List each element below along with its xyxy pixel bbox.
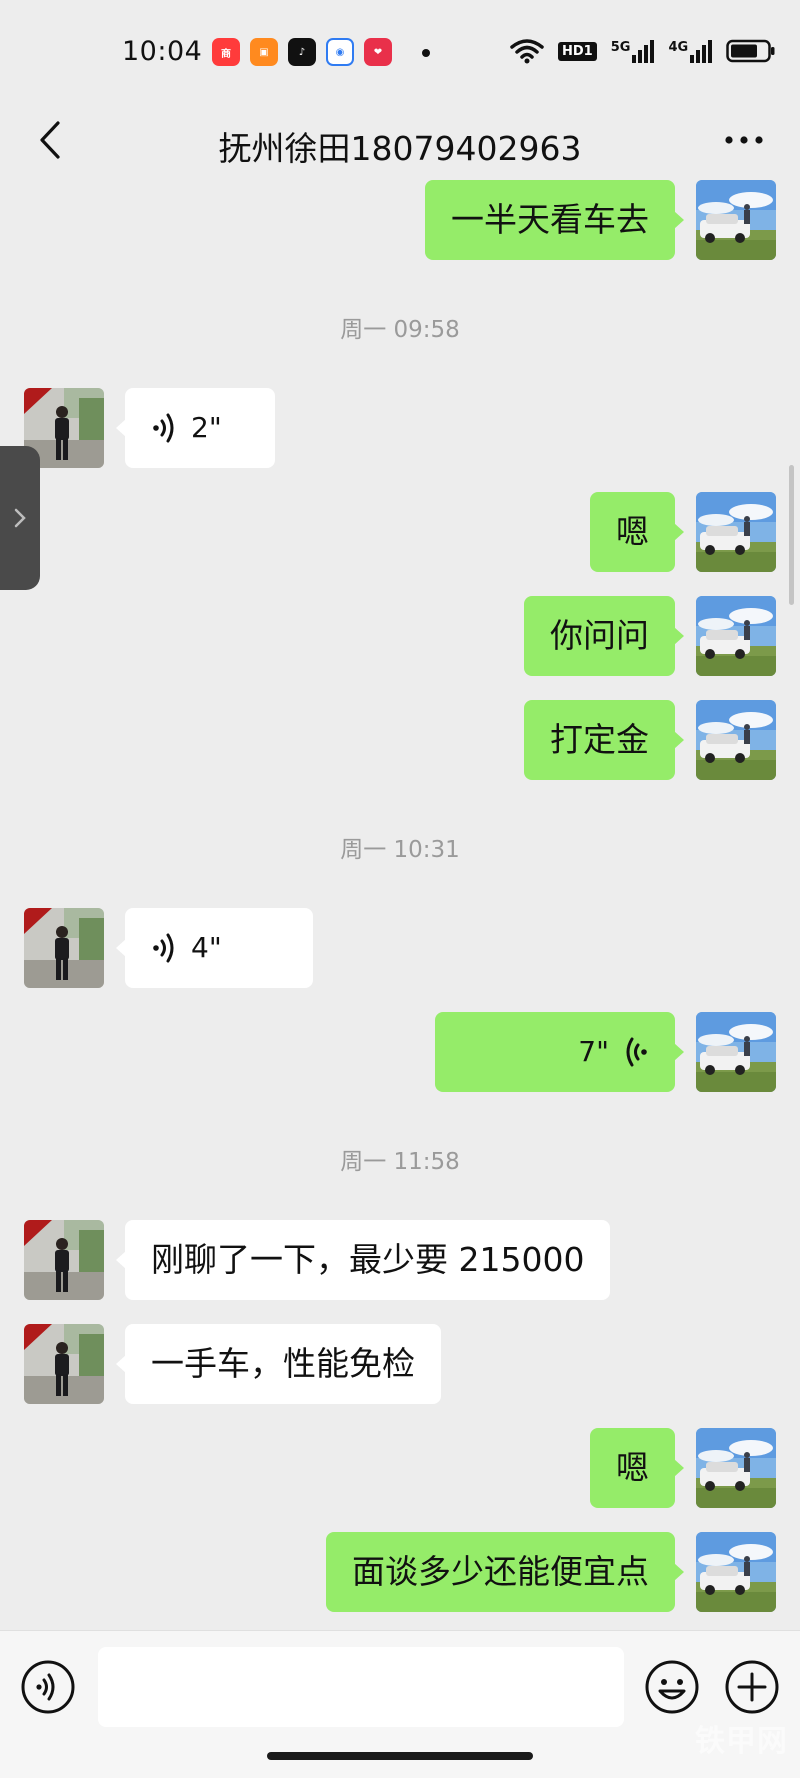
scrollbar[interactable] (789, 465, 794, 605)
hd-badge: HD1 (558, 41, 597, 61)
voice-message-bubble[interactable]: 4" (116, 908, 313, 988)
wifi-icon (510, 39, 544, 64)
my-avatar[interactable] (696, 492, 776, 572)
voice-wave-icon (153, 933, 174, 963)
message-list[interactable]: 一半天看车去 周一 09:58 2" 嗯你问问 打定金 周一 10:31 4" 7" 周一 11… (0, 180, 800, 1630)
text-message-bubble[interactable]: 嗯 (590, 1428, 684, 1508)
sent-message-row: 打定金 (0, 700, 800, 780)
battery-icon (726, 39, 775, 63)
sent-message-row: 嗯 (0, 492, 800, 572)
text-message-bubble[interactable]: 面谈多少还能便宜点 (326, 1532, 684, 1612)
side-drawer-tab[interactable] (0, 446, 40, 590)
text-message-bubble[interactable]: 一手车，性能免检 (116, 1324, 441, 1404)
text-message-bubble[interactable]: 一半天看车去 (425, 180, 684, 260)
voice-duration: 7" (578, 1035, 609, 1068)
app-icon-blue: ◉ (326, 38, 354, 66)
voice-message-bubble[interactable]: 7" (435, 1012, 684, 1092)
my-avatar[interactable] (696, 596, 776, 676)
contact-avatar[interactable] (24, 1220, 104, 1300)
sent-message-row: 一半天看车去 (0, 180, 800, 260)
message-timestamp: 周一 09:58 (340, 317, 460, 343)
my-avatar[interactable] (696, 1532, 776, 1612)
contact-avatar[interactable] (24, 908, 104, 988)
received-message-row: 4" (0, 908, 800, 988)
more-functions-button[interactable] (724, 1659, 780, 1715)
voice-duration: 4" (191, 931, 222, 964)
app-icon-orange: ▣ (250, 38, 278, 66)
my-avatar[interactable] (696, 700, 776, 780)
text-message-bubble[interactable]: 打定金 (524, 700, 684, 780)
voice-message-bubble[interactable]: 2" (116, 388, 275, 468)
signal-4g-icon: 4G (668, 39, 713, 63)
voice-wave-icon (153, 413, 174, 443)
voice-duration: 2" (191, 411, 222, 444)
more-notifications-dot (422, 49, 430, 57)
system-status-icons: HD1 5G 4G (510, 38, 776, 64)
chat-header: 抚州徐田18079402963 (0, 100, 800, 180)
net-label-5g: 5G (610, 39, 631, 55)
text-message-bubble[interactable]: 嗯 (590, 492, 684, 572)
smiley-icon (645, 1660, 699, 1714)
my-avatar[interactable] (696, 1428, 776, 1508)
chat-title: 抚州徐田18079402963 (218, 129, 582, 168)
sent-message-row: 7" (0, 1012, 800, 1092)
received-message-row: 2" (0, 388, 800, 468)
voice-wave-icon (626, 1037, 647, 1067)
text-message-bubble[interactable]: 你问问 (524, 596, 684, 676)
contact-avatar[interactable] (24, 1324, 104, 1404)
watermark: 铁甲网 (695, 1724, 788, 1759)
home-indicator[interactable] (267, 1752, 533, 1760)
tiktok-icon: ♪ (288, 38, 316, 66)
net-label-4g: 4G (668, 39, 689, 55)
voice-wave-icon (151, 412, 179, 444)
voice-wave-icon (621, 1036, 649, 1068)
more-dots-icon (725, 136, 763, 144)
signal-5g-icon: 5G (610, 39, 655, 63)
voice-icon (21, 1660, 75, 1714)
sent-message-row: 面谈多少还能便宜点 (0, 1532, 800, 1612)
my-avatar[interactable] (696, 1012, 776, 1092)
status-bar: 10:04 商 ▣ ♪ ◉ ❤ HD1 5G 4G (0, 0, 800, 100)
message-input[interactable] (98, 1647, 624, 1727)
more-options-button[interactable] (714, 112, 774, 168)
app-icon-pink: ❤ (364, 38, 392, 66)
voice-wave-icon (151, 932, 179, 964)
text-message-bubble[interactable]: 刚聊了一下，最少要 215000 (115, 1220, 611, 1300)
chevron-right-icon (14, 508, 26, 528)
my-avatar[interactable] (696, 180, 776, 260)
app-icon-red: 商 (212, 38, 240, 66)
received-message-row: 刚聊了一下，最少要 215000 (0, 1220, 800, 1300)
sent-message-row: 嗯 (0, 1428, 800, 1508)
emoji-button[interactable] (644, 1659, 700, 1715)
sent-message-row: 你问问 (0, 596, 800, 676)
message-timestamp: 周一 10:31 (340, 837, 460, 863)
plus-icon (725, 1660, 779, 1714)
notification-app-icons: 商 ▣ ♪ ◉ ❤ (212, 38, 392, 66)
message-timestamp: 周一 11:58 (340, 1149, 460, 1175)
status-time: 10:04 (122, 36, 203, 67)
received-message-row: 一手车，性能免检 (0, 1324, 800, 1404)
voice-input-button[interactable] (20, 1659, 76, 1715)
